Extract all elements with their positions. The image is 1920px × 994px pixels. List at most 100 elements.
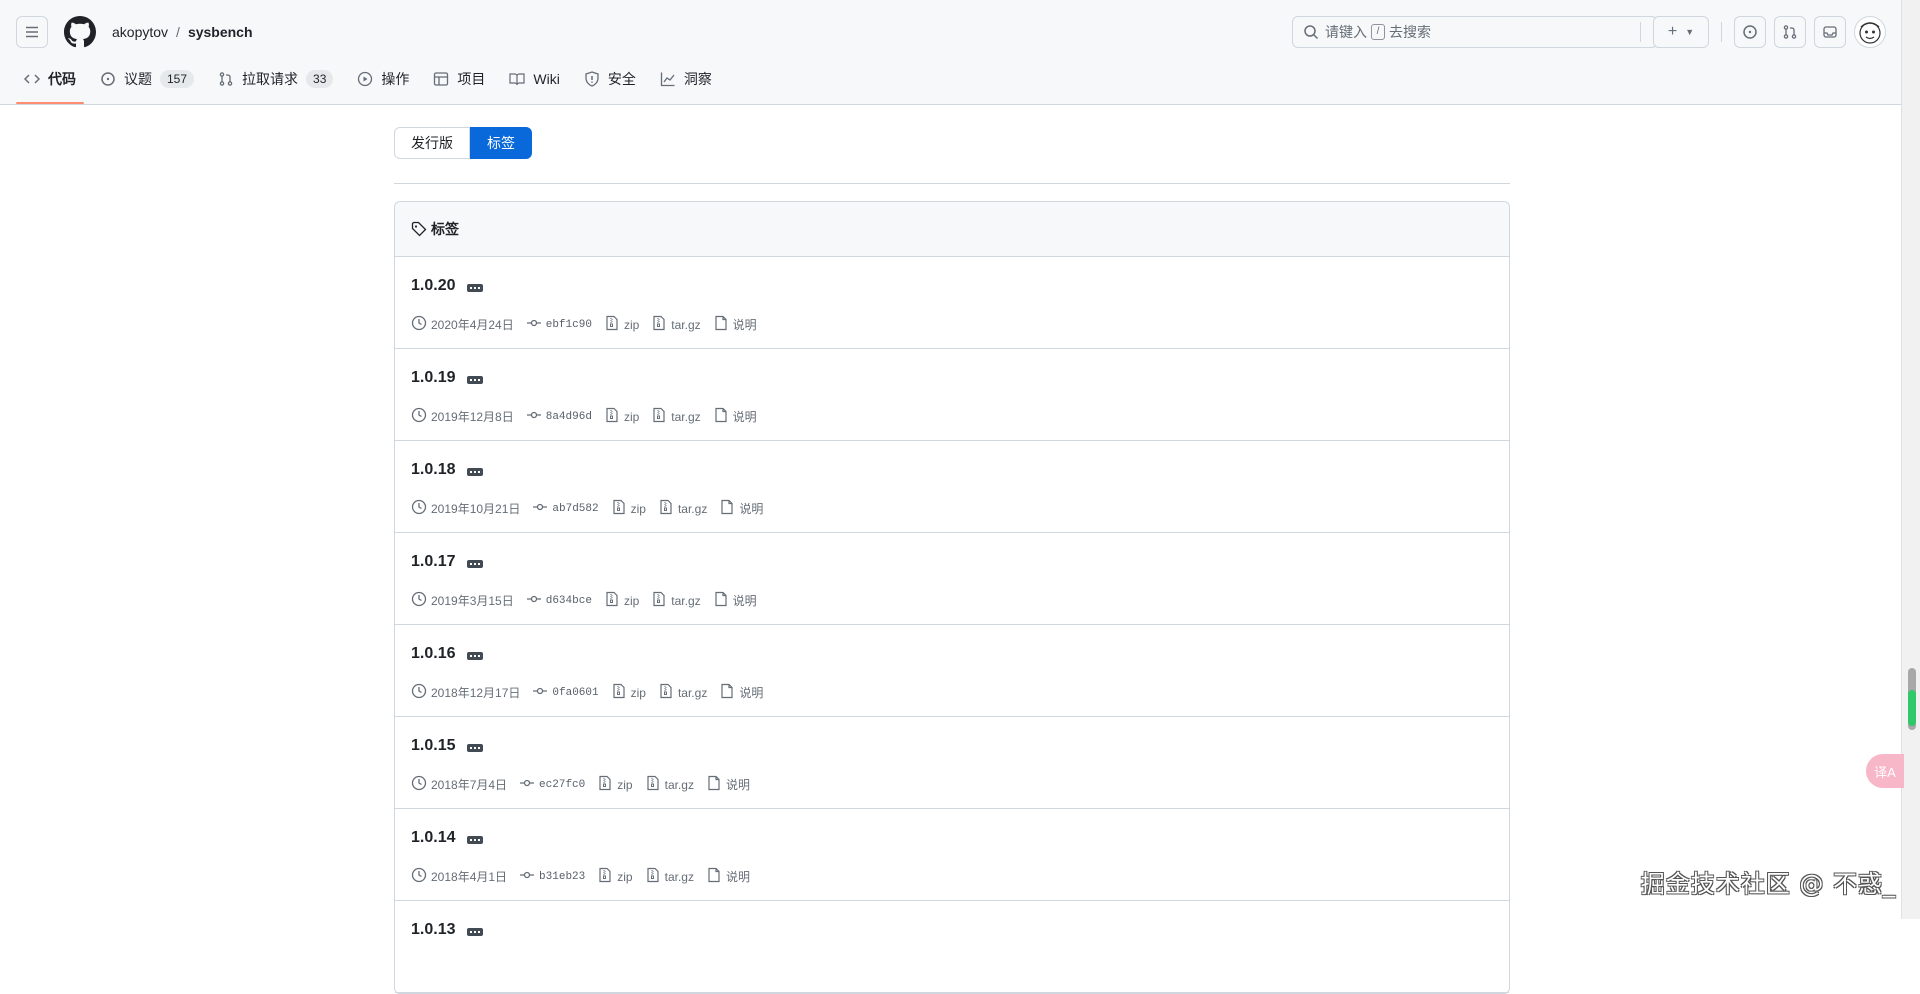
ellipsis-expander-button[interactable] — [467, 652, 484, 660]
pull-requests-button[interactable] — [1774, 16, 1806, 48]
zip-label[interactable]: zip — [617, 870, 632, 884]
translate-button[interactable]: 译A — [1866, 754, 1904, 788]
zip-download-link[interactable]: zip — [611, 499, 646, 518]
tab-pull-requests[interactable]: 拉取请求 33 — [210, 62, 341, 96]
ellipsis-expander-button[interactable] — [467, 744, 484, 752]
commit-link[interactable]: ab7d582 — [532, 499, 599, 518]
notes-label[interactable]: 说明 — [733, 592, 757, 609]
tag-name[interactable]: 1.0.14 — [411, 829, 455, 847]
tab-wiki[interactable]: Wiki — [501, 62, 567, 96]
notes-label[interactable]: 说明 — [726, 868, 750, 885]
targz-label[interactable]: tar.gz — [671, 410, 700, 424]
tab-actions[interactable]: 操作 — [349, 62, 417, 96]
zip-download-link[interactable]: zip — [604, 591, 639, 610]
commit-sha[interactable]: d634bce — [546, 595, 592, 607]
targz-label[interactable]: tar.gz — [671, 318, 700, 332]
avatar[interactable] — [1854, 16, 1886, 48]
tab-projects[interactable]: 项目 — [425, 62, 493, 96]
tag-name[interactable]: 1.0.16 — [411, 645, 455, 663]
tag-name[interactable]: 1.0.13 — [411, 921, 455, 939]
tag-name[interactable]: 1.0.20 — [411, 277, 455, 295]
ellipsis-expander-button[interactable] — [467, 560, 484, 568]
ellipsis-expander-button[interactable] — [467, 836, 484, 844]
issues-button[interactable] — [1734, 16, 1766, 48]
commit-sha[interactable]: ab7d582 — [552, 503, 598, 515]
tag-name-link[interactable]: 1.0.17 — [411, 553, 484, 571]
zip-download-link[interactable]: zip — [597, 867, 633, 886]
notes-link[interactable]: 说明 — [713, 407, 757, 426]
tab-security[interactable]: 安全 — [576, 62, 644, 96]
create-new-button[interactable]: + ▼ — [1653, 16, 1709, 48]
tag-name-link[interactable]: 1.0.13 — [411, 921, 484, 939]
commit-sha[interactable]: b31eb23 — [539, 871, 585, 883]
notes-link[interactable]: 说明 — [719, 499, 763, 518]
targz-download-link[interactable]: tar.gz — [651, 407, 701, 426]
targz-download-link[interactable]: tar.gz — [645, 867, 694, 886]
commit-link[interactable]: ec27fc0 — [519, 775, 585, 794]
zip-label[interactable]: zip — [624, 318, 639, 332]
targz-download-link[interactable]: tar.gz — [651, 315, 701, 334]
zip-label[interactable]: zip — [631, 686, 646, 700]
targz-label[interactable]: tar.gz — [665, 778, 694, 792]
targz-label[interactable]: tar.gz — [665, 870, 694, 884]
tab-insights[interactable]: 洞察 — [652, 62, 720, 96]
zip-download-link[interactable]: zip — [604, 315, 639, 334]
targz-download-link[interactable]: tar.gz — [651, 591, 701, 610]
repo-owner-link[interactable]: akopytov — [112, 24, 168, 40]
targz-download-link[interactable]: tar.gz — [645, 775, 694, 794]
commit-sha[interactable]: 0fa0601 — [552, 687, 598, 699]
github-logo-icon[interactable] — [64, 16, 96, 48]
repo-name-link[interactable]: sysbench — [188, 24, 253, 40]
tab-issues[interactable]: 议题 157 — [92, 62, 202, 96]
zip-label[interactable]: zip — [624, 594, 639, 608]
zip-download-link[interactable]: zip — [597, 775, 633, 794]
notes-label[interactable]: 说明 — [739, 500, 763, 517]
commit-sha[interactable]: ec27fc0 — [539, 779, 585, 791]
targz-label[interactable]: tar.gz — [671, 594, 700, 608]
ellipsis-expander-button[interactable] — [467, 284, 484, 292]
commit-link[interactable]: d634bce — [526, 591, 592, 610]
commit-sha[interactable]: 8a4d96d — [546, 411, 592, 423]
notes-link[interactable]: 说明 — [706, 867, 750, 886]
zip-label[interactable]: zip — [617, 778, 632, 792]
tag-name-link[interactable]: 1.0.20 — [411, 277, 484, 295]
commit-sha[interactable]: ebf1c90 — [546, 319, 592, 331]
zip-download-link[interactable]: zip — [604, 407, 639, 426]
zip-download-link[interactable]: zip — [611, 683, 646, 702]
tag-name-link[interactable]: 1.0.16 — [411, 645, 484, 663]
targz-label[interactable]: tar.gz — [678, 502, 707, 516]
tag-name-link[interactable]: 1.0.18 — [411, 461, 484, 479]
zip-label[interactable]: zip — [624, 410, 639, 424]
notes-label[interactable]: 说明 — [726, 776, 750, 793]
notes-link[interactable]: 说明 — [719, 683, 763, 702]
notes-link[interactable]: 说明 — [713, 591, 757, 610]
tag-name-link[interactable]: 1.0.15 — [411, 737, 484, 755]
targz-download-link[interactable]: tar.gz — [658, 499, 707, 518]
tag-name-link[interactable]: 1.0.19 — [411, 369, 484, 387]
inbox-button[interactable] — [1814, 16, 1846, 48]
tag-name[interactable]: 1.0.19 — [411, 369, 455, 387]
tab-code[interactable]: 代码 — [16, 62, 84, 104]
notes-label[interactable]: 说明 — [739, 684, 763, 701]
notes-label[interactable]: 说明 — [733, 408, 757, 425]
menu-button[interactable] — [16, 16, 48, 48]
notes-label[interactable]: 说明 — [733, 316, 757, 333]
tag-name[interactable]: 1.0.17 — [411, 553, 455, 571]
commit-link[interactable]: ebf1c90 — [526, 315, 592, 334]
tag-name[interactable]: 1.0.15 — [411, 737, 455, 755]
targz-label[interactable]: tar.gz — [678, 686, 707, 700]
targz-download-link[interactable]: tar.gz — [658, 683, 707, 702]
ellipsis-expander-button[interactable] — [467, 468, 484, 476]
ellipsis-expander-button[interactable] — [467, 928, 484, 936]
notes-link[interactable]: 说明 — [706, 775, 750, 794]
commit-link[interactable]: b31eb23 — [519, 867, 585, 886]
tag-name[interactable]: 1.0.18 — [411, 461, 455, 479]
commit-link[interactable]: 0fa0601 — [532, 683, 599, 702]
notes-link[interactable]: 说明 — [713, 315, 757, 334]
releases-button[interactable]: 发行版 — [394, 127, 470, 159]
ellipsis-expander-button[interactable] — [467, 376, 484, 384]
zip-label[interactable]: zip — [631, 502, 646, 516]
tag-name-link[interactable]: 1.0.14 — [411, 829, 484, 847]
search-input[interactable]: 请键入 / 去搜索 — [1292, 16, 1658, 48]
tags-button[interactable]: 标签 — [470, 127, 532, 159]
